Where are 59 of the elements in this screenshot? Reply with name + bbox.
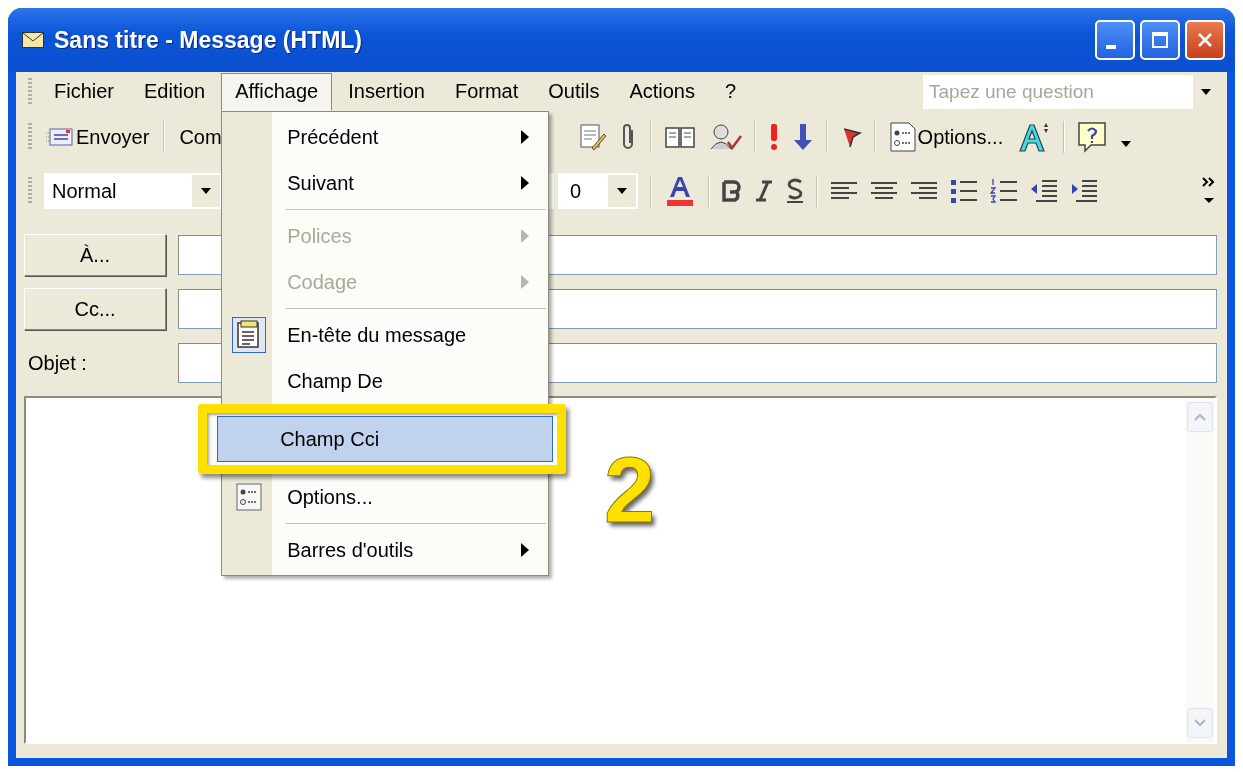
message-icon xyxy=(46,127,74,147)
help-search-field[interactable]: Tapez une question xyxy=(923,75,1193,109)
menu-item[interactable]: Champ De xyxy=(224,358,547,404)
options-icon xyxy=(889,122,916,152)
menu-bar-item[interactable]: ? xyxy=(711,73,751,111)
signature-pen-icon[interactable] xyxy=(577,122,608,152)
dropdown-arrow-icon xyxy=(201,188,211,194)
underline-icon[interactable] xyxy=(786,178,804,204)
envelope-icon xyxy=(22,32,44,48)
menu-bar-item[interactable]: Actions xyxy=(615,73,709,111)
decrease-indent-icon[interactable] xyxy=(1030,178,1058,204)
submenu-arrow-icon xyxy=(521,229,530,243)
menu-bar-item[interactable]: Fichier xyxy=(40,73,128,111)
menu-item[interactable]: En-tête du message xyxy=(224,312,547,358)
close-icon xyxy=(1196,31,1214,49)
align-left-icon[interactable] xyxy=(830,181,858,201)
maximize-icon xyxy=(1151,31,1169,49)
menu-bar-item[interactable]: Outils xyxy=(534,73,614,111)
dropdown-arrow-icon xyxy=(617,188,627,194)
menu-bar-item[interactable]: Insertion xyxy=(334,73,439,111)
options-button[interactable]: Options... xyxy=(887,118,1006,156)
window-title: Sans titre - Message (HTML) xyxy=(54,26,363,54)
align-right-icon[interactable] xyxy=(910,181,938,201)
bold-icon[interactable] xyxy=(722,180,742,202)
submenu-arrow-icon xyxy=(521,275,530,289)
accounts-button[interactable]: Com xyxy=(177,121,224,153)
align-center-icon[interactable] xyxy=(870,181,898,201)
minimize-button[interactable] xyxy=(1095,20,1135,60)
font-color-icon[interactable] xyxy=(664,175,696,207)
menu-bar-item[interactable]: Format xyxy=(440,73,533,111)
to-button[interactable]: À... xyxy=(24,234,166,276)
dropdown-arrow-icon[interactable] xyxy=(1121,141,1132,147)
increase-indent-icon[interactable] xyxy=(1070,178,1098,204)
menu-item[interactable]: Barres d'outils xyxy=(224,527,547,573)
options-icon xyxy=(236,483,263,511)
style-dropdown[interactable]: Normal xyxy=(44,173,222,209)
menu-item[interactable]: Options... xyxy=(224,474,547,520)
submenu-arrow-icon xyxy=(521,130,530,144)
numbered-list-icon[interactable] xyxy=(990,178,1018,204)
more-chevron-icon[interactable] xyxy=(1201,176,1217,206)
subject-label: Objet : xyxy=(27,351,88,375)
menu-item[interactable]: Suivant xyxy=(224,160,547,206)
menu-item[interactable]: Champ Cci xyxy=(217,416,554,462)
menu-bar-item[interactable]: Edition xyxy=(130,73,220,111)
dropdown-arrow-icon[interactable] xyxy=(1201,89,1211,95)
down-arrow-icon[interactable] xyxy=(791,122,814,152)
bullet-list-icon[interactable] xyxy=(950,179,978,203)
italic-icon[interactable] xyxy=(754,180,774,202)
maximize-button[interactable] xyxy=(1140,20,1180,60)
close-button[interactable] xyxy=(1185,20,1225,60)
menu-bar-item[interactable]: Affichage xyxy=(221,73,333,111)
font-size-dropdown[interactable]: 0 xyxy=(558,173,638,209)
step-number: 2 xyxy=(604,444,656,536)
menu-item[interactable]: Précédent xyxy=(224,114,547,160)
send-button[interactable]: Envoyer xyxy=(44,121,152,153)
submenu-arrow-icon xyxy=(521,543,530,557)
cc-button[interactable]: Cc... xyxy=(24,288,166,330)
submenu-arrow-icon xyxy=(521,176,530,190)
minimize-icon xyxy=(1106,45,1116,49)
